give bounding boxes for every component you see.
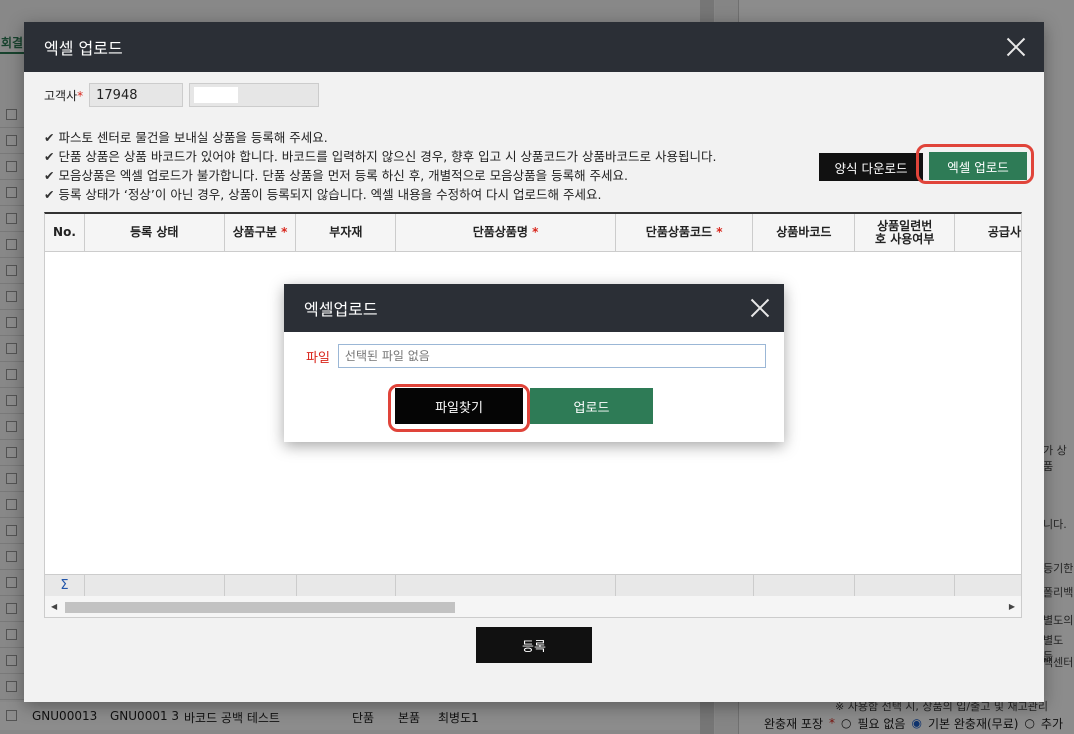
template-download-button[interactable]: 양식 다운로드	[819, 153, 923, 181]
column-header[interactable]: 등록 상태	[85, 214, 225, 251]
column-header[interactable]: 상품바코드	[753, 214, 856, 251]
sigma-icon: Σ	[45, 575, 85, 596]
file-row: 파일	[306, 344, 766, 368]
find-file-button[interactable]: 파일찾기	[395, 388, 523, 424]
file-upload-dialog: 엑셀업로드 파일 파일찾기 업로드	[284, 284, 784, 442]
notice-list: 파스토 센터로 물건을 보내실 상품을 등록해 주세요. 단품 상품은 상품 바…	[44, 128, 716, 204]
scroll-right-icon[interactable]: ▶	[1009, 602, 1015, 611]
file-label: 파일	[306, 350, 330, 366]
horizontal-scrollbar[interactable]: ◀ ▶	[45, 596, 1021, 617]
notice-item: 단품 상품은 상품 바코드가 있어야 합니다. 바코드를 입력하지 않으신 경우…	[44, 147, 716, 166]
customer-row: 고객사* 17948	[44, 82, 320, 108]
scroll-left-icon[interactable]: ◀	[51, 602, 57, 611]
column-header[interactable]: 상품구분 *	[225, 214, 297, 251]
notice-item: 모음상품은 엑셀 업로드가 불가합니다. 단품 상품을 먼저 등록 하신 후, …	[44, 166, 716, 185]
close-icon[interactable]	[1006, 37, 1026, 57]
dialog-title: 엑셀업로드	[304, 300, 378, 319]
scrollbar-thumb[interactable]	[65, 602, 455, 613]
column-header[interactable]: No.	[45, 214, 85, 251]
notice-item: 등록 상태가 ‘정상’이 아닌 경우, 상품이 등록되지 않습니다. 엑셀 내용…	[44, 185, 716, 204]
column-header[interactable]: 상품일련번호 사용여부	[855, 214, 956, 251]
customer-label: 고객사*	[44, 88, 84, 103]
excel-upload-button[interactable]: 엑셀 업로드	[929, 152, 1027, 180]
modal-header: 엑셀 업로드	[24, 22, 1044, 72]
dialog-header: 엑셀업로드	[284, 284, 784, 332]
grid-header: No. 등록 상태 상품구분 * 부자재 단품상품명 * 단품상품코드 * 상품…	[45, 214, 1021, 252]
column-header[interactable]: 부자재	[296, 214, 397, 251]
notice-item: 파스토 센터로 물건을 보내실 상품을 등록해 주세요.	[44, 128, 716, 147]
column-header[interactable]: 공급사	[955, 214, 1021, 251]
upload-button[interactable]: 업로드	[530, 388, 653, 424]
close-icon[interactable]	[750, 298, 770, 318]
column-header[interactable]: 단품상품명 *	[396, 214, 616, 251]
column-header[interactable]: 단품상품코드 *	[616, 214, 754, 251]
customer-id-field: 17948	[89, 83, 184, 107]
file-name-input[interactable]	[337, 344, 766, 368]
grid-summary-row: Σ	[45, 574, 1021, 596]
modal-title: 엑셀 업로드	[44, 39, 123, 58]
customer-name-field	[189, 83, 320, 107]
register-button[interactable]: 등록	[476, 627, 592, 663]
